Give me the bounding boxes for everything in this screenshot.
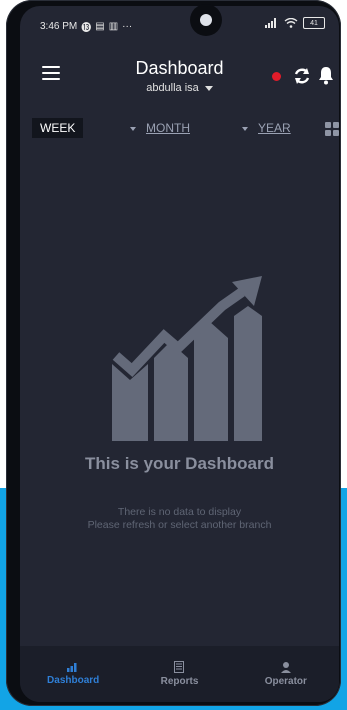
nav-dashboard-label: Dashboard (47, 675, 100, 686)
wifi-icon (284, 18, 298, 28)
tab-week[interactable]: WEEK (32, 118, 84, 138)
refresh-icon[interactable] (292, 66, 312, 86)
status-left: 3:46 PM ⓭ ▤ ▥ ··· (40, 19, 132, 34)
operator-icon (280, 662, 291, 673)
battery-level: 41 (310, 19, 318, 27)
status-bar: 3:46 PM ⓭ ▤ ▥ ··· 41 (20, 6, 339, 42)
caret-down-icon (242, 126, 248, 131)
empty-state-message: There is no data to display Please refre… (20, 506, 339, 532)
tab-month[interactable]: MONTH (130, 121, 190, 135)
status-time: 3:46 PM (40, 21, 78, 32)
notification-icon: ⓭ (81, 23, 92, 34)
bar-chart-icon (67, 663, 77, 672)
nav-reports[interactable]: Reports (126, 646, 232, 702)
caret-down-icon (130, 126, 136, 131)
empty-state-title: This is your Dashboard (85, 454, 274, 473)
bell-icon[interactable] (317, 65, 335, 85)
app-screen: 3:46 PM ⓭ ▤ ▥ ··· 41 Dashboard abdulla i… (20, 6, 339, 702)
status-right: 41 (265, 17, 325, 29)
tab-year[interactable]: YEAR (242, 121, 291, 135)
period-tabs: WEEK MONTH YEAR (20, 118, 339, 142)
bottom-nav: Dashboard Reports Operator (20, 646, 339, 702)
message-icon: ▤ (95, 21, 105, 32)
report-icon (174, 661, 185, 673)
app-bar: Dashboard abdulla isa (20, 46, 339, 106)
tab-month-label: MONTH (146, 121, 190, 135)
trash-icon: ▥ (108, 21, 119, 32)
front-camera (190, 4, 222, 36)
nav-operator-label: Operator (264, 676, 307, 687)
more-icon: ··· (122, 21, 133, 32)
signal-icon (265, 18, 276, 28)
user-name: abdulla isa (146, 82, 199, 94)
nav-operator[interactable]: Operator (233, 646, 339, 702)
grid-view-icon[interactable] (325, 122, 339, 136)
tab-year-label: YEAR (258, 121, 291, 135)
record-indicator-icon (272, 72, 281, 81)
chart-growth-icon (112, 276, 262, 441)
nav-dashboard[interactable]: Dashboard (20, 646, 126, 702)
empty-state-line1: There is no data to display (117, 506, 242, 518)
phone-frame: 3:46 PM ⓭ ▤ ▥ ··· 41 Dashboard abdulla i… (6, 0, 341, 706)
empty-state-line2: Please refresh or select another branch (87, 519, 272, 531)
nav-reports-label: Reports (160, 676, 199, 687)
caret-down-icon (204, 85, 213, 91)
battery-icon: 41 (303, 17, 325, 29)
